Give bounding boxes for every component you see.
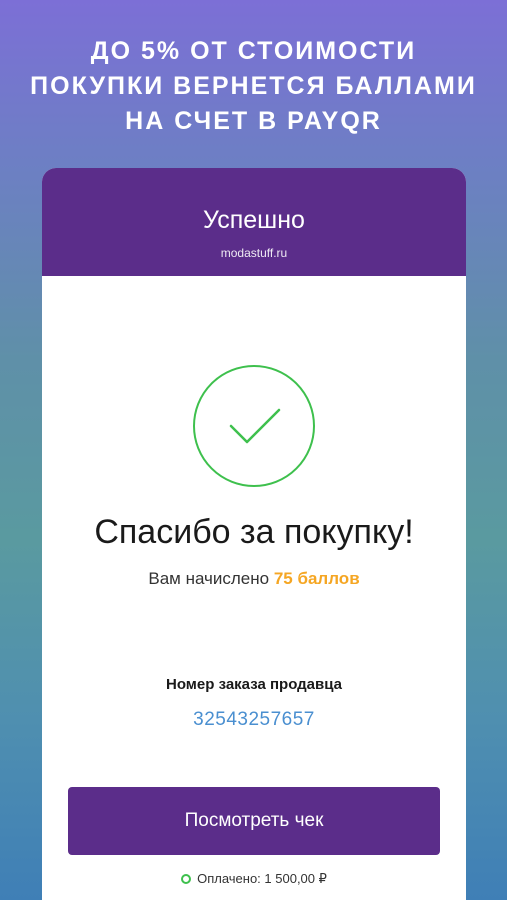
paid-status: Оплачено: 1 500,00 ₽ — [42, 871, 466, 887]
payment-success-card: Успешно modastuff.ru Спасибо за покупку!… — [42, 168, 466, 900]
checkmark-icon — [229, 408, 281, 444]
status-dot-icon — [181, 874, 192, 884]
merchant-name: modastuff.ru — [220, 246, 288, 260]
order-number-label: Номер заказа продавца — [166, 676, 342, 693]
checkmark-circle-icon — [193, 365, 315, 487]
promo-line-2: ПОКУПКИ ВЕРНЕТСЯ БАЛЛАМИ — [30, 72, 477, 100]
order-number-value[interactable]: 32543257657 — [42, 709, 466, 731]
card-header: Успешно modastuff.ru — [42, 168, 466, 276]
bonus-prefix: Вам начислено — [148, 569, 270, 588]
thanks-heading: Спасибо за покупку! — [94, 513, 414, 551]
paid-amount: Оплачено: 1 500,00 ₽ — [197, 871, 327, 886]
bonus-amount: 75 баллов — [273, 569, 360, 588]
promo-line-1: ДО 5% ОТ СТОИМОСТИ — [90, 37, 417, 65]
view-receipt-button[interactable]: Посмотреть чек — [68, 787, 440, 855]
bonus-line: Вам начислено 75 баллов — [42, 569, 466, 589]
promo-line-3: НА СЧЕТ В PAYQR — [125, 107, 382, 135]
promo-banner: ДО 5% ОТ СТОИМОСТИ ПОКУПКИ ВЕРНЕТСЯ БАЛЛ… — [0, 34, 507, 139]
status-title: Успешно — [203, 206, 305, 234]
